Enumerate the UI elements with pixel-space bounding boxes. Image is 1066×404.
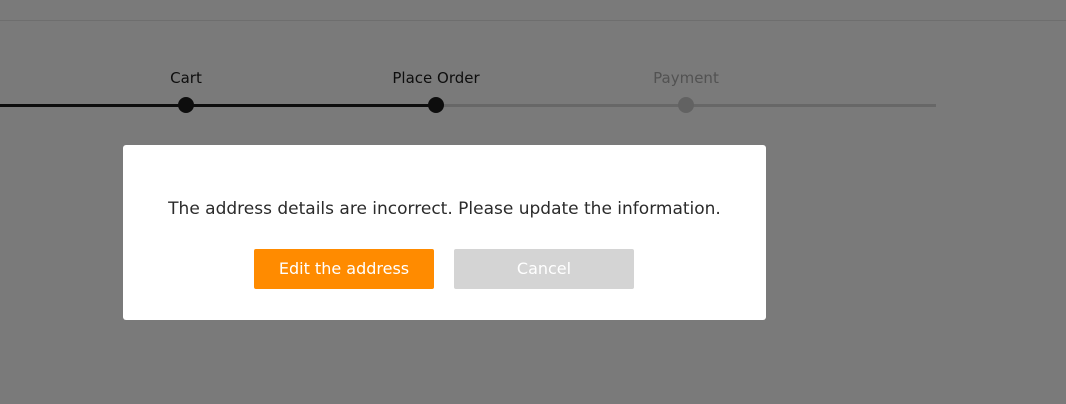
dialog-message: The address details are incorrect. Pleas… bbox=[168, 199, 721, 219]
address-error-dialog: The address details are incorrect. Pleas… bbox=[123, 145, 766, 320]
cancel-button[interactable]: Cancel bbox=[454, 249, 634, 289]
edit-address-button[interactable]: Edit the address bbox=[254, 249, 434, 289]
